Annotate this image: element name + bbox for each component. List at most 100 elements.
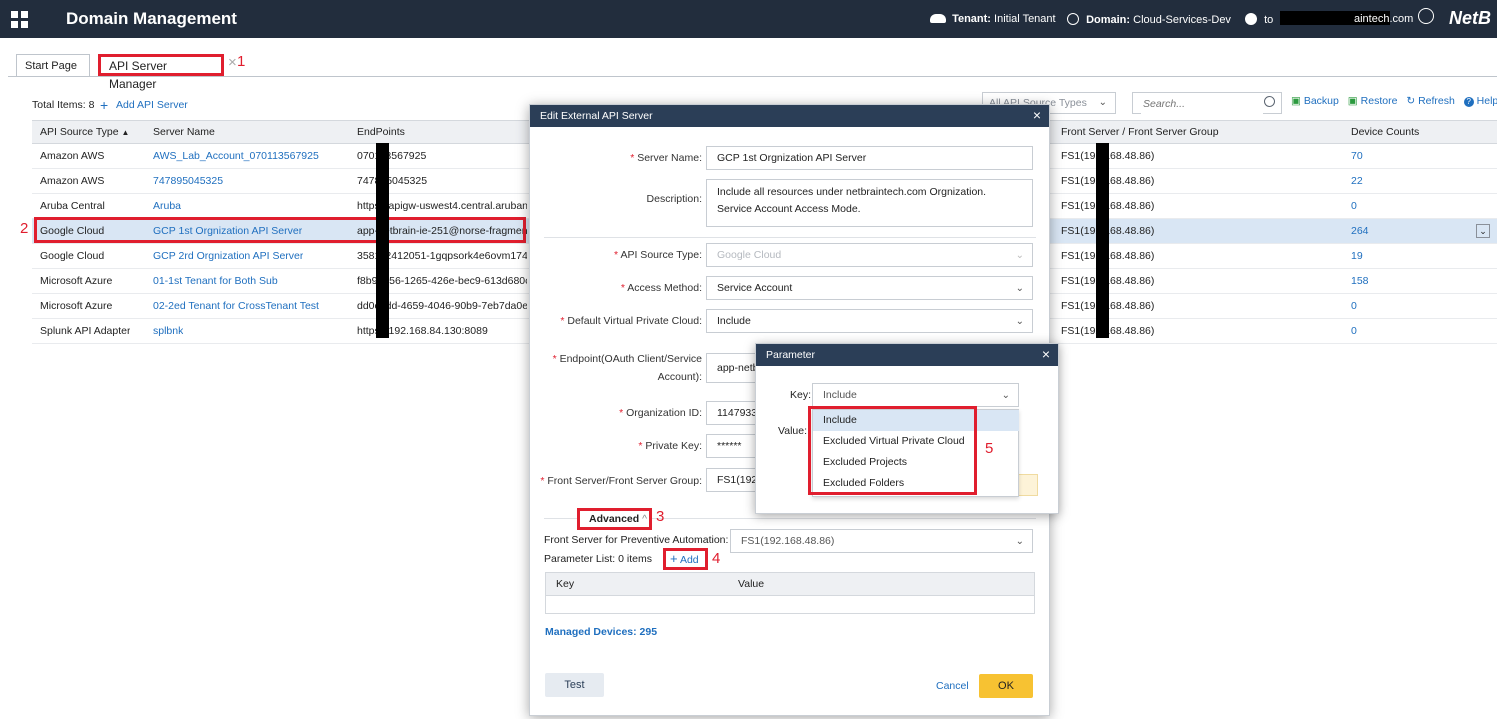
chevron-down-icon: ⌄ <box>1098 97 1107 108</box>
advanced-toggle[interactable]: Advanced ^ <box>577 508 652 530</box>
refresh-icon: ↻ <box>1406 95 1416 107</box>
cell-server-name[interactable]: GCP 2rd Orgnization API Server <box>153 244 303 268</box>
cancel-button[interactable]: Cancel <box>936 680 969 692</box>
cell-source-type: Aruba Central <box>40 200 105 212</box>
cell-source-type: Google Cloud <box>40 250 105 262</box>
cloud-icon <box>930 14 946 23</box>
cell-server-name[interactable]: AWS_Lab_Account_070113567925 <box>153 144 319 168</box>
annotation-4: 4 <box>712 550 721 567</box>
app-grid-icon[interactable] <box>11 11 28 28</box>
parameter-table: Key Value <box>545 572 1035 614</box>
domain-value: Cloud-Services-Dev <box>1133 14 1231 26</box>
api-source-type-label: * API Source Type: <box>614 249 702 261</box>
key-label: Key: <box>790 389 812 401</box>
cell-server-name[interactable]: 747895045325 <box>153 169 223 193</box>
description-textarea[interactable]: Include all resources under netbraintech… <box>706 179 1033 227</box>
tab-close-icon[interactable]: × <box>228 54 237 71</box>
dialog-header: Edit External API Server × <box>530 105 1049 127</box>
cell-source-type: Amazon AWS <box>40 175 105 187</box>
advanced-label: Advanced <box>589 513 640 525</box>
cell-server-name[interactable]: Aruba <box>153 194 181 218</box>
help-icon: ? <box>1463 97 1474 107</box>
add-api-server-link[interactable]: Add API Server <box>116 99 188 111</box>
add-parameter-button[interactable]: + Add <box>663 548 708 570</box>
refresh-button[interactable]: Refresh <box>1418 95 1455 107</box>
col-server-name[interactable]: Server Name <box>153 121 215 143</box>
tab-api-server-manager[interactable]: API Server Manager <box>98 54 224 91</box>
chevron-down-icon: ⌄ <box>1015 536 1024 547</box>
cell-device-count[interactable]: 0 <box>1351 294 1357 318</box>
cell-source-type: Amazon AWS <box>40 150 105 162</box>
endpoint-label: * Endpoint(OAuth Client/Service Account)… <box>552 353 702 383</box>
backup-button[interactable]: Backup <box>1304 95 1339 107</box>
ok-button[interactable]: OK <box>979 674 1033 698</box>
api-source-type-select: Google Cloud ⌄ <box>706 243 1033 267</box>
cell-device-count[interactable]: 0 <box>1351 319 1357 343</box>
close-icon[interactable]: × <box>1033 107 1041 123</box>
row-highlight-box <box>34 217 526 243</box>
private-key-label: * Private Key: <box>638 440 702 452</box>
test-button[interactable]: Test <box>545 673 604 697</box>
redaction-bar <box>376 143 389 338</box>
col-endpoints[interactable]: EndPoints <box>357 121 405 143</box>
search-icon[interactable] <box>1264 96 1275 107</box>
cell-source-type: Microsoft Azure <box>40 275 113 287</box>
notification-icon[interactable] <box>1418 8 1434 24</box>
annotation-2: 2 <box>20 220 29 237</box>
cell-source-type: Splunk API Adapter <box>40 325 131 337</box>
user-info[interactable]: to <box>1245 13 1273 26</box>
cell-device-count[interactable]: 70 <box>1351 144 1363 168</box>
add-icon[interactable]: + <box>100 97 108 113</box>
cell-device-count[interactable]: 22 <box>1351 169 1363 193</box>
page-title: Domain Management <box>66 9 237 28</box>
col-device-counts[interactable]: Device Counts <box>1351 121 1419 143</box>
cell-device-count[interactable]: 264 <box>1351 219 1369 243</box>
netbrain-logo: NetB <box>1449 8 1492 28</box>
cell-device-count[interactable]: 19 <box>1351 244 1363 268</box>
divider <box>544 237 1036 238</box>
total-items: Total Items: 8 <box>32 99 95 111</box>
col-source-type[interactable]: API Source Type ▲ <box>40 121 129 144</box>
param-key-header: Key <box>556 578 575 590</box>
help-button[interactable]: Help <box>1477 95 1497 107</box>
cell-server-name[interactable]: 01-1st Tenant for Both Sub <box>153 269 278 293</box>
preventive-automation-select[interactable]: FS1(192.168.48.86) ⌄ <box>730 529 1033 553</box>
cell-device-count[interactable]: 158 <box>1351 269 1369 293</box>
search-input[interactable] <box>1141 94 1263 114</box>
chevron-down-icon: ⌄ <box>1015 316 1024 327</box>
value-label: Value: <box>778 425 807 437</box>
server-name-input[interactable]: GCP 1st Orgnization API Server <box>706 146 1033 170</box>
cell-server-name[interactable]: splbnk <box>153 319 183 343</box>
toolbar-actions: ▣ Backup ▣ Restore ↻ Refresh ? Help <box>1291 95 1497 107</box>
col-front-server[interactable]: Front Server / Front Server Group <box>1061 121 1219 143</box>
cell-device-count[interactable]: 0 <box>1351 194 1357 218</box>
domain-info[interactable]: Domain: Cloud-Services-Dev <box>1067 13 1231 26</box>
cell-server-name[interactable]: 02-2ed Tenant for CrossTenant Test <box>153 294 319 318</box>
access-method-value: Service Account <box>717 282 793 294</box>
parameter-list-label: Parameter List: 0 items <box>544 553 652 565</box>
key-select[interactable]: Include ⌄ <box>812 383 1019 407</box>
parameter-table-header: Key Value <box>546 573 1034 596</box>
tenant-value: Initial Tenant <box>994 13 1056 25</box>
search-box[interactable] <box>1132 92 1282 114</box>
vpc-value: Include <box>717 315 751 327</box>
backup-icon: ▣ <box>1291 95 1301 107</box>
api-source-type-value: Google Cloud <box>717 249 782 261</box>
globe-icon <box>1067 13 1079 25</box>
restore-button[interactable]: Restore <box>1361 95 1398 107</box>
parameter-dialog-header: Parameter × <box>756 344 1058 366</box>
chevron-up-icon: ^ <box>642 513 648 525</box>
access-method-label: * Access Method: <box>620 282 702 294</box>
annotation-5: 5 <box>985 440 994 457</box>
add-parameter-label: Add <box>679 554 699 566</box>
dialog-title: Edit External API Server <box>540 110 653 122</box>
server-name-label: * Server Name: <box>630 152 702 164</box>
vpc-select[interactable]: Include ⌄ <box>706 309 1033 333</box>
close-icon[interactable]: × <box>1042 346 1050 362</box>
parameter-dialog-title: Parameter <box>766 349 816 361</box>
tab-start-page[interactable]: Start Page <box>16 54 90 76</box>
preventive-automation-label: Front Server for Preventive Automation: <box>544 534 729 546</box>
tenant-info[interactable]: Tenant: Initial Tenant <box>930 13 1056 25</box>
row-action-dropdown-icon[interactable]: ⌄ <box>1476 224 1490 238</box>
access-method-select[interactable]: Service Account ⌄ <box>706 276 1033 300</box>
